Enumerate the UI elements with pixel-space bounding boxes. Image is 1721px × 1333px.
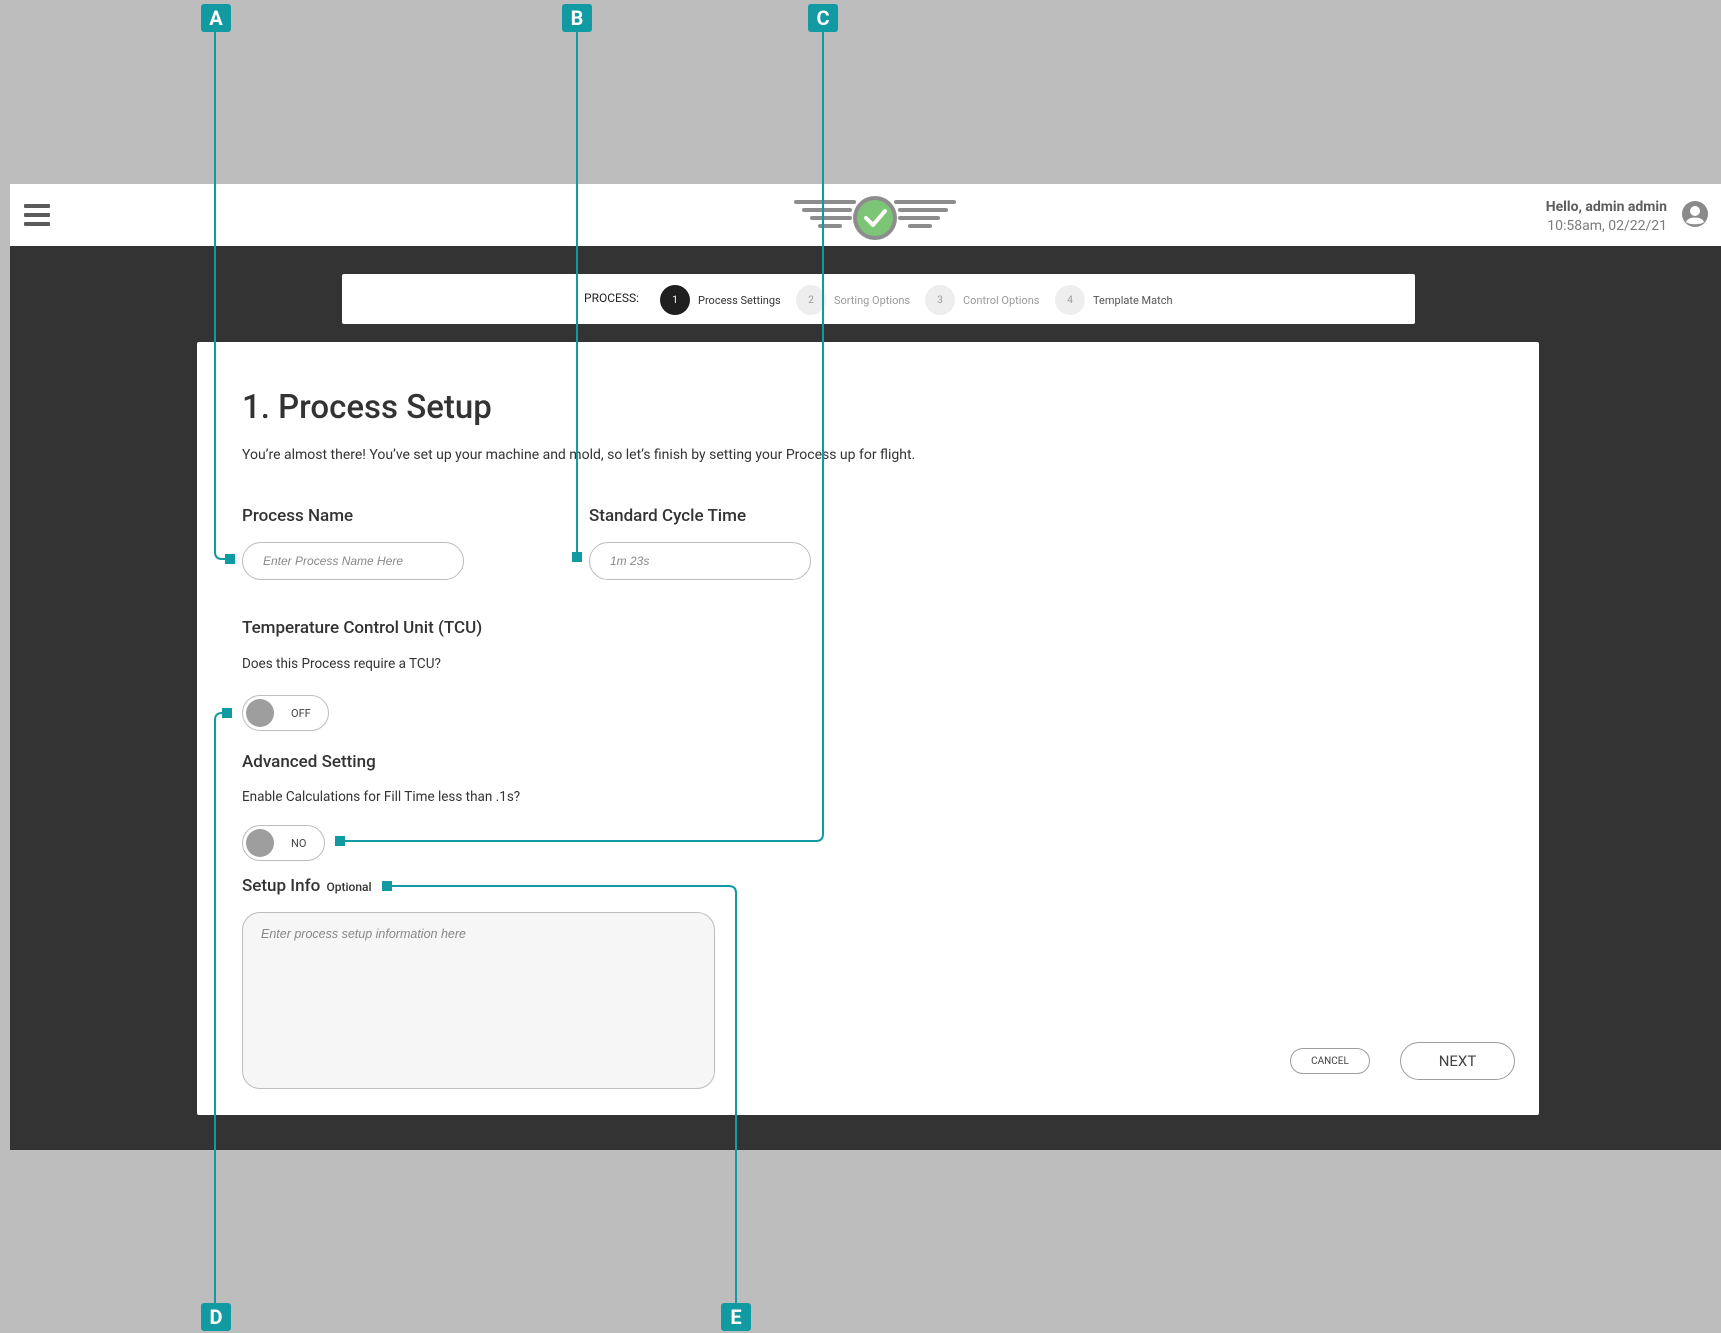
cancel-button[interactable]: CANCEL bbox=[1290, 1048, 1370, 1074]
cycle-time-label: Standard Cycle Time bbox=[589, 506, 747, 526]
step-number: 2 bbox=[796, 285, 826, 315]
toggle-knob bbox=[246, 829, 274, 857]
step-number: 4 bbox=[1055, 285, 1085, 315]
user-greeting: Hello, admin admin 10:58am, 02/22/21 bbox=[1546, 198, 1667, 236]
setup-info-textarea[interactable] bbox=[242, 912, 715, 1089]
step-number: 1 bbox=[660, 285, 690, 315]
step-template-match[interactable]: 4 Template Match bbox=[1055, 285, 1173, 315]
optional-tag: Optional bbox=[326, 880, 372, 894]
process-stepper: PROCESS: 1 Process Settings 2 Sorting Op… bbox=[342, 274, 1415, 324]
toggle-state: NO bbox=[291, 837, 307, 850]
process-setup-card: 1. Process Setup You’re almost there! Yo… bbox=[197, 342, 1539, 1115]
page-subtitle: You’re almost there! You’ve set up your … bbox=[242, 447, 916, 463]
user-account-icon[interactable] bbox=[1681, 200, 1709, 228]
setup-info-label: Setup Info Optional bbox=[242, 876, 372, 896]
cycle-time-input[interactable] bbox=[589, 542, 811, 580]
process-name-label: Process Name bbox=[242, 506, 354, 526]
tcu-question: Does this Process require a TCU? bbox=[242, 656, 441, 672]
toggle-state: OFF bbox=[291, 707, 311, 720]
callout-badge-c: C bbox=[808, 4, 838, 32]
next-button[interactable]: NEXT bbox=[1400, 1042, 1515, 1080]
menu-icon[interactable] bbox=[24, 204, 50, 226]
advanced-question: Enable Calculations for Fill Time less t… bbox=[242, 789, 521, 805]
step-sorting-options[interactable]: 2 Sorting Options bbox=[796, 285, 910, 315]
setup-info-title: Setup Info bbox=[242, 876, 321, 896]
tcu-heading: Temperature Control Unit (TCU) bbox=[242, 618, 483, 638]
step-label: Template Match bbox=[1093, 293, 1173, 307]
callout-badge-b: B bbox=[562, 4, 592, 32]
toggle-knob bbox=[246, 699, 274, 727]
step-label: Process Settings bbox=[698, 293, 781, 307]
advanced-heading: Advanced Setting bbox=[242, 752, 376, 772]
fill-time-toggle[interactable]: NO bbox=[242, 825, 325, 861]
callout-badge-a: A bbox=[201, 4, 231, 32]
page-title: 1. Process Setup bbox=[242, 388, 492, 427]
tcu-toggle[interactable]: OFF bbox=[242, 695, 329, 731]
app-window: Hello, admin admin 10:58am, 02/22/21 PRO… bbox=[10, 184, 1721, 1150]
step-label: Sorting Options bbox=[834, 293, 911, 307]
stepper-label: PROCESS: bbox=[584, 291, 640, 305]
step-process-settings[interactable]: 1 Process Settings bbox=[660, 285, 781, 315]
top-bar: Hello, admin admin 10:58am, 02/22/21 bbox=[10, 184, 1721, 246]
greeting-text: Hello, admin admin bbox=[1545, 199, 1667, 215]
timestamp: 10:58am, 02/22/21 bbox=[1547, 218, 1667, 234]
step-number: 3 bbox=[925, 285, 955, 315]
logo-icon bbox=[794, 196, 956, 240]
process-name-input[interactable] bbox=[242, 542, 464, 580]
callout-badge-e: E bbox=[721, 1303, 751, 1331]
callout-badge-d: D bbox=[201, 1303, 231, 1331]
step-control-options[interactable]: 3 Control Options bbox=[925, 285, 1039, 315]
step-label: Control Options bbox=[963, 293, 1040, 307]
